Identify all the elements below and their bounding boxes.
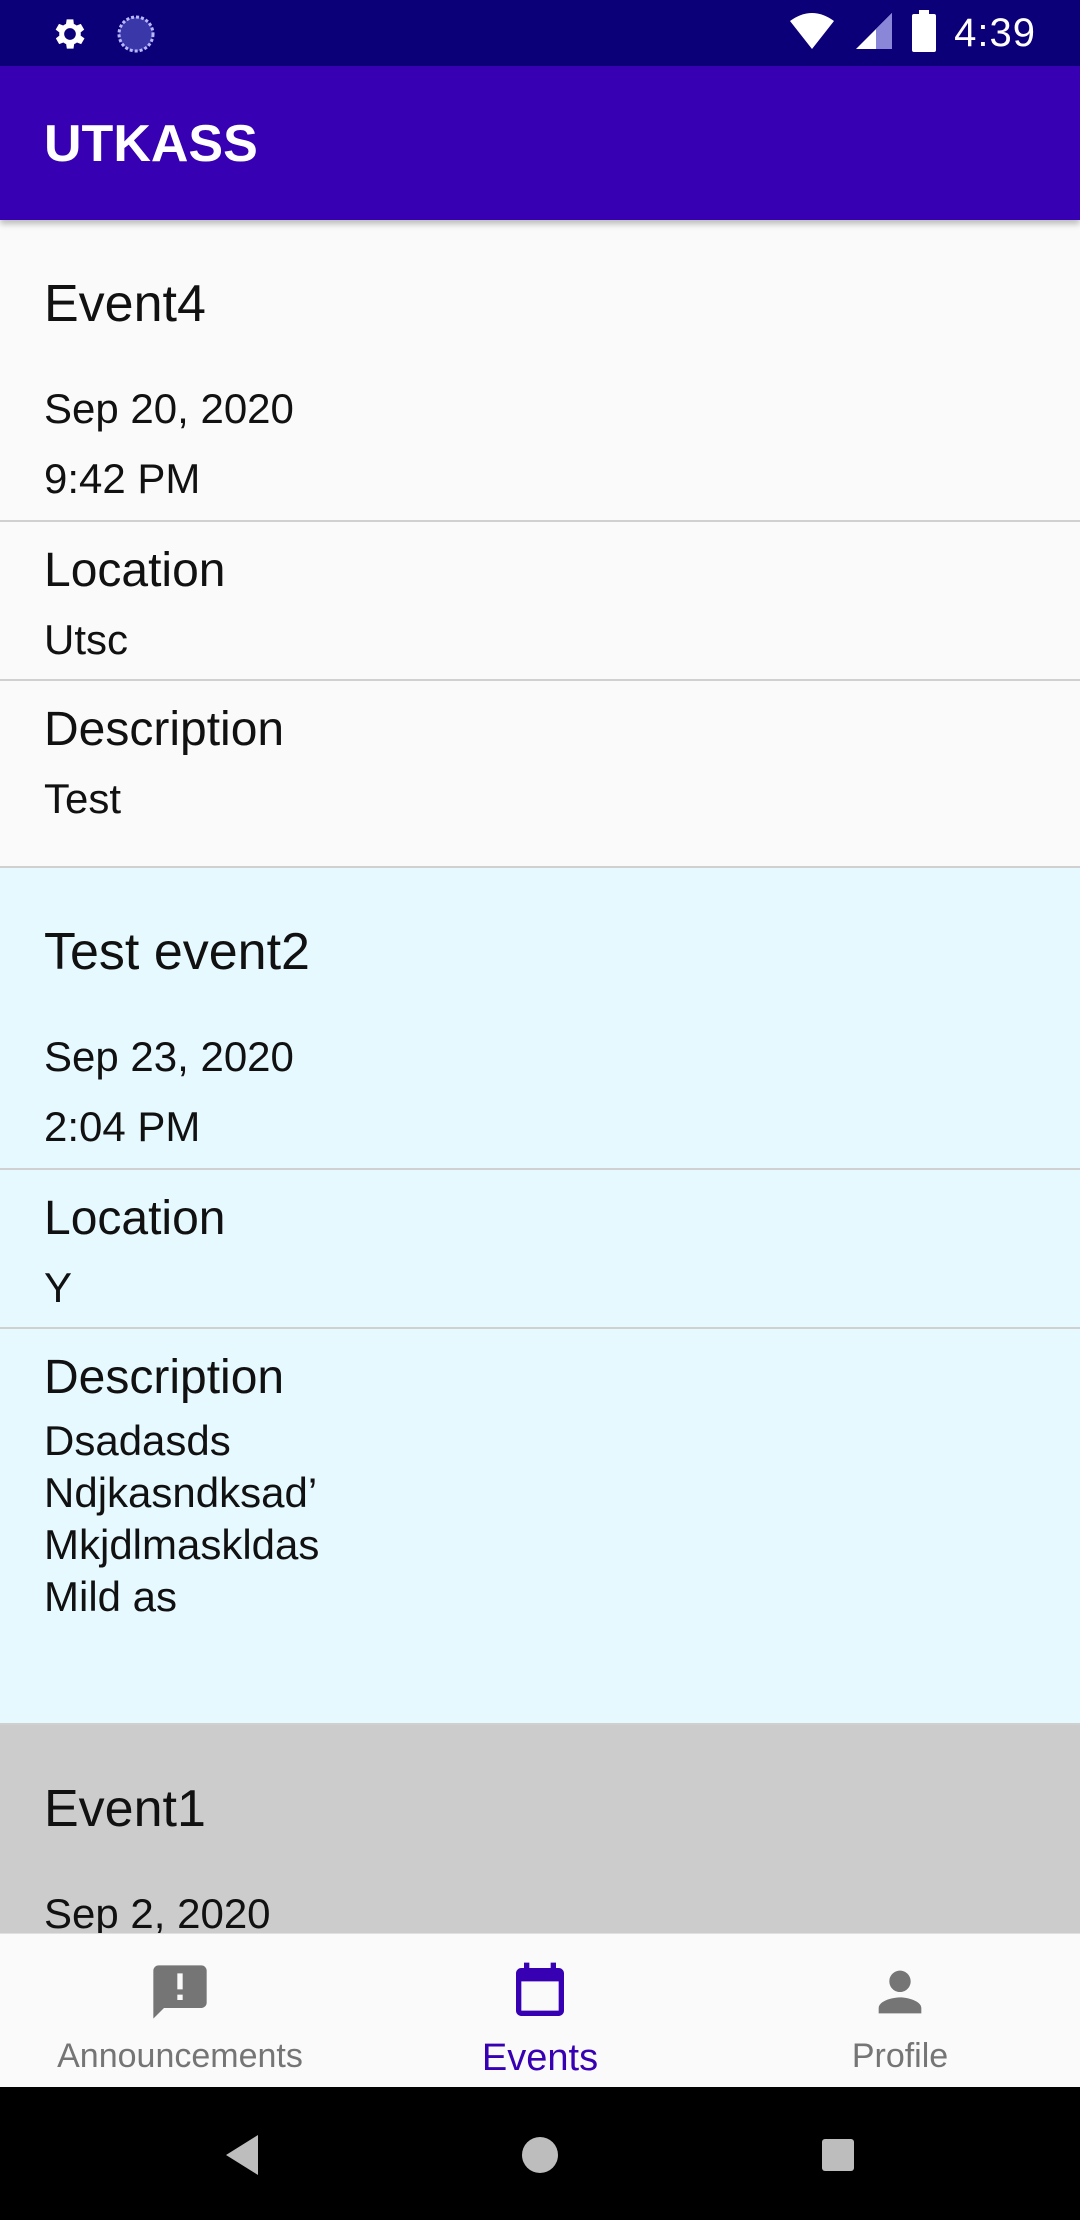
event-date: Sep 23, 2020 xyxy=(44,1033,294,1080)
calendar-icon xyxy=(508,1960,572,2029)
event-title: Test event2 xyxy=(44,923,310,981)
events-list[interactable]: Event4 Sep 20, 2020 9:42 PM Location Uts… xyxy=(0,220,1080,1933)
status-bar: 4:39 xyxy=(0,0,1080,66)
description-label: Description xyxy=(44,1351,285,1404)
description-line: Ndjkasndksad’ xyxy=(44,1469,318,1516)
event-card[interactable]: Test event2 Sep 23, 2020 2:04 PM Locatio… xyxy=(0,868,1080,1725)
recents-icon[interactable] xyxy=(818,2133,858,2182)
location-value: Y xyxy=(44,1264,73,1311)
description-line: Mkjdlmaskldas xyxy=(44,1521,320,1568)
battery-icon xyxy=(912,10,937,57)
settings-icon xyxy=(50,14,90,59)
app-title: UTKASS xyxy=(44,115,258,173)
description-section: Description Test xyxy=(0,681,1080,866)
description-line: Dsadasds xyxy=(44,1417,231,1464)
event-date: Sep 2, 2020 xyxy=(44,1890,271,1933)
location-label: Location xyxy=(44,1192,226,1245)
description-label: Description xyxy=(44,703,285,756)
description-text: Test xyxy=(44,775,122,822)
bottom-navigation: Announcements Events Profile xyxy=(0,1933,1080,2088)
nav-label: Events xyxy=(481,2037,599,2079)
event-title: Event1 xyxy=(44,1780,206,1838)
event-header: Event4 Sep 20, 2020 9:42 PM xyxy=(0,220,1080,522)
nav-label: Announcements xyxy=(57,2037,303,2075)
event-header: Test event2 Sep 23, 2020 2:04 PM xyxy=(0,868,1080,1170)
description-section: Description Dsadasds Ndjkasndksad’ Mkjdl… xyxy=(0,1329,1080,1723)
location-section: Location Y xyxy=(0,1170,1080,1329)
event-card[interactable]: Event1 Sep 2, 2020 xyxy=(0,1725,1080,1933)
event-header: Event1 Sep 2, 2020 xyxy=(0,1725,1080,1933)
event-time: 9:42 PM xyxy=(44,455,201,502)
event-title: Event4 xyxy=(44,275,206,333)
event-card[interactable]: Event4 Sep 20, 2020 9:42 PM Location Uts… xyxy=(0,220,1080,868)
description-line: Mild as xyxy=(44,1573,178,1620)
back-icon[interactable] xyxy=(222,2133,262,2182)
event-time: 2:04 PM xyxy=(44,1103,201,1150)
clock: 4:39 xyxy=(954,11,1036,55)
person-icon xyxy=(868,1960,932,2029)
home-icon[interactable] xyxy=(520,2133,560,2182)
app-bar: UTKASS xyxy=(0,66,1080,220)
nav-label: Profile xyxy=(851,2037,949,2075)
signal-icon xyxy=(854,11,894,56)
wifi-icon xyxy=(788,11,836,56)
loading-icon xyxy=(116,14,156,59)
nav-profile[interactable]: Profile xyxy=(720,1934,1080,2088)
location-label: Location xyxy=(44,544,226,597)
location-section: Location Utsc xyxy=(0,522,1080,681)
nav-announcements[interactable]: Announcements xyxy=(0,1934,360,2088)
location-value: Utsc xyxy=(44,616,128,663)
nav-events[interactable]: Events xyxy=(360,1934,720,2088)
announcement-icon xyxy=(148,1960,212,2029)
system-navigation-bar xyxy=(0,2087,1080,2220)
event-date: Sep 20, 2020 xyxy=(44,385,294,432)
